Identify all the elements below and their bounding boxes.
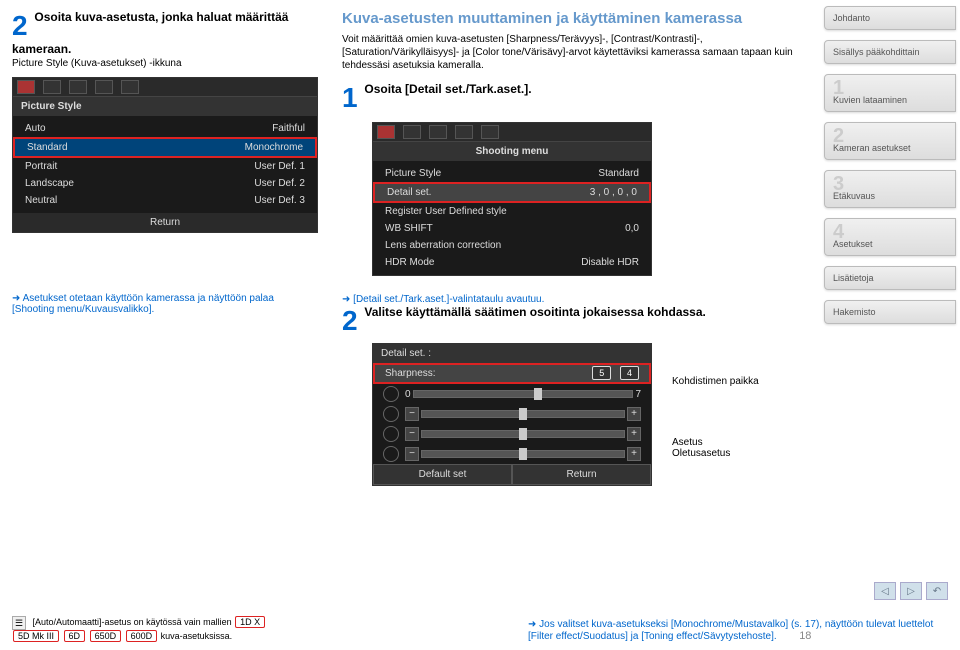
tab-icon[interactable] <box>69 80 87 94</box>
callout-default: Oletusasetus <box>672 448 808 459</box>
contrast-slider[interactable] <box>421 410 625 418</box>
step-number-2b: 2 <box>342 305 358 337</box>
nav-intro[interactable]: Johdanto <box>824 6 956 30</box>
saturation-slider[interactable] <box>421 430 625 438</box>
nav-moreinfo[interactable]: Lisätietoja <box>824 266 956 290</box>
callout-cursor: Kohdistimen paikka <box>672 376 808 387</box>
footer-left-text-post: kuva-asetuksissa. <box>161 631 233 641</box>
step2-title: Osoita kuva-asetusta, jonka haluat määri… <box>12 10 288 56</box>
nav-settings[interactable]: 4Asetukset <box>824 218 956 256</box>
ps-ud2[interactable]: User Def. 2 <box>254 178 305 189</box>
default-set-button[interactable]: Default set <box>373 464 512 485</box>
tab-icon[interactable] <box>121 80 139 94</box>
scale-zero: 0 <box>405 389 411 400</box>
chip-5d: 5D Mk III <box>13 630 59 642</box>
nav-camera-settings[interactable]: 2Kameran asetukset <box>824 122 956 160</box>
footer-left-text-pre: [Auto/Automaatti]-asetus on käytössä vai… <box>33 617 232 627</box>
step-number-1: 1 <box>342 82 358 114</box>
ps-auto[interactable]: Auto <box>25 123 46 134</box>
picture-style-caption: Picture Style (Kuva-asetukset) -ikkuna <box>12 58 318 69</box>
apply-note: Asetukset otetaan käyttöön kamerassa ja … <box>12 293 318 315</box>
next-page-icon[interactable]: ▷ <box>900 582 922 600</box>
tab-icon[interactable] <box>403 125 421 139</box>
ps-faithful[interactable]: Faithful <box>272 123 305 134</box>
chip-1dx: 1D X <box>235 616 265 628</box>
ps-landscape[interactable]: Landscape <box>25 178 74 189</box>
tab-icon[interactable] <box>481 125 499 139</box>
minus-button[interactable]: − <box>405 427 419 441</box>
back-icon[interactable]: ↶ <box>926 582 948 600</box>
tab-icon[interactable] <box>43 80 61 94</box>
sm-ps-val: Standard <box>598 168 639 179</box>
sm-lens[interactable]: Lens aberration correction <box>385 240 501 251</box>
ps-ud1[interactable]: User Def. 1 <box>254 161 305 172</box>
note-icon: ☰ <box>12 616 26 630</box>
step1-title: Osoita [Detail set./Tark.aset.]. <box>364 82 531 96</box>
ps-header: Picture Style <box>13 97 317 116</box>
section-body: Voit määrittää omien kuva-asetusten [Sha… <box>342 33 808 72</box>
minus-button[interactable]: − <box>405 407 419 421</box>
footer-right-note: Jos valitset kuva-asetukseksi [Monochrom… <box>528 619 933 642</box>
sm-header: Shooting menu <box>373 142 651 161</box>
sm-ps[interactable]: Picture Style <box>385 168 441 179</box>
nav-download[interactable]: 1Kuvien lataaminen <box>824 74 956 112</box>
prev-page-icon[interactable]: ◁ <box>874 582 896 600</box>
plus-button[interactable]: + <box>627 427 641 441</box>
ds-sharp-label: Sharpness: <box>385 368 436 379</box>
sm-wb-val: 0,0 <box>625 223 639 234</box>
ds-sharp-v1: 5 <box>592 366 611 380</box>
detail-set-window: Detail set. : Sharpness: 5 4 0 7 <box>372 343 652 486</box>
nav-contents[interactable]: Sisällys pääkohdittain <box>824 40 956 64</box>
ps-return[interactable]: Return <box>13 213 317 232</box>
tab-icon[interactable] <box>95 80 113 94</box>
plus-button[interactable]: + <box>627 407 641 421</box>
chip-6d: 6D <box>64 630 86 642</box>
ds-sharp-v2: 4 <box>620 366 639 380</box>
colortone-icon <box>383 446 399 462</box>
sharpness-slider[interactable] <box>413 390 634 398</box>
sm-wb[interactable]: WB SHIFT <box>385 223 433 234</box>
ps-portrait[interactable]: Portrait <box>25 161 57 172</box>
ps-monochrome[interactable]: Monochrome <box>245 142 303 153</box>
sharpness-icon <box>383 386 399 402</box>
step2b-title: Valitse käyttämällä säätimen osoitinta j… <box>364 305 706 319</box>
nav-index[interactable]: Hakemisto <box>824 300 956 324</box>
colortone-slider[interactable] <box>421 450 625 458</box>
detail-opens-note: [Detail set./Tark.aset.]-valintataulu av… <box>342 294 808 305</box>
sm-detail[interactable]: Detail set. <box>387 187 431 198</box>
step-number-2: 2 <box>12 10 28 42</box>
section-title: Kuva-asetusten muuttaminen ja käyttämine… <box>342 10 808 27</box>
sm-hdr-val: Disable HDR <box>581 257 639 268</box>
ps-standard[interactable]: Standard <box>27 142 68 153</box>
scale-max: 7 <box>635 389 641 400</box>
return-button[interactable]: Return <box>512 464 651 485</box>
chip-650d: 650D <box>90 630 122 642</box>
ds-title: Detail set. : <box>381 348 431 359</box>
sm-detail-val: 3 , 0 , 0 , 0 <box>590 187 637 198</box>
picture-style-window: Picture Style Auto Faithful Standard Monoc… <box>12 77 318 233</box>
plus-button[interactable]: + <box>627 447 641 461</box>
chip-600d: 600D <box>126 630 158 642</box>
contrast-icon <box>383 406 399 422</box>
camera-tab-icon[interactable] <box>377 125 395 139</box>
saturation-icon <box>383 426 399 442</box>
ps-ud3[interactable]: User Def. 3 <box>254 195 305 206</box>
tab-icon[interactable] <box>455 125 473 139</box>
camera-tab-icon[interactable] <box>17 80 35 94</box>
tab-icon[interactable] <box>429 125 447 139</box>
minus-button[interactable]: − <box>405 447 419 461</box>
sm-hdr[interactable]: HDR Mode <box>385 257 434 268</box>
shooting-menu-window: Shooting menu Picture Style Standard Deta… <box>372 122 652 276</box>
ps-neutral[interactable]: Neutral <box>25 195 57 206</box>
sm-register[interactable]: Register User Defined style <box>385 206 507 217</box>
page-number: 18 <box>799 630 811 642</box>
callout-setting: Asetus <box>672 437 808 448</box>
nav-remote[interactable]: 3Etäkuvaus <box>824 170 956 208</box>
